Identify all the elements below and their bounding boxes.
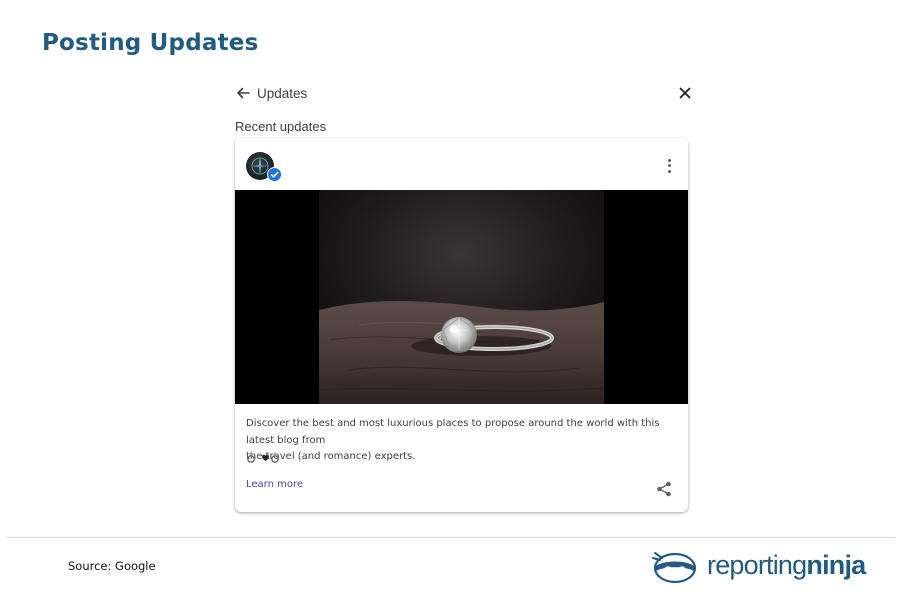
post-text-line1: Discover the best and most luxurious pla…: [246, 418, 660, 446]
arrow-left-icon: [237, 87, 250, 99]
updates-panel: Updates Recent updates Discover the best…: [228, 72, 702, 522]
diamond-ring-photo: [319, 190, 604, 404]
more-options-button[interactable]: [661, 156, 677, 176]
post-text-line2: the travel (and romance) experts.: [246, 451, 416, 462]
ninja-mascot-icon: [652, 552, 697, 584]
post-media[interactable]: [235, 190, 688, 404]
footer-divider: [6, 537, 895, 538]
panel-header: Updates: [228, 80, 702, 108]
update-card: Discover the best and most luxurious pla…: [235, 138, 688, 512]
source-note: Source: Google: [68, 559, 156, 573]
share-icon: [657, 481, 671, 497]
reportingninja-logo: reportingninja: [650, 546, 866, 588]
verified-badge-icon: [267, 167, 282, 182]
emoji-row: [246, 450, 286, 464]
close-button[interactable]: [674, 82, 696, 104]
logo-text-ninja: ninja: [806, 550, 866, 580]
share-button[interactable]: [655, 480, 673, 498]
recent-updates-label: Recent updates: [235, 119, 327, 134]
learn-more-link[interactable]: Learn more: [246, 479, 303, 490]
page-title: Posting Updates: [42, 30, 259, 56]
ring-emoji-icon: [271, 452, 279, 463]
ring-emoji-icon: [247, 452, 255, 463]
close-icon: [679, 87, 691, 99]
post-text: Discover the best and most luxurious pla…: [246, 416, 681, 466]
logo-text-reporting: reporting: [707, 550, 807, 580]
logo-wordmark: reportingninja: [707, 550, 866, 581]
back-button[interactable]: [232, 82, 254, 104]
panel-title: Updates: [257, 86, 308, 101]
heart-emoji-icon: [262, 454, 269, 461]
more-vertical-icon: [661, 158, 677, 173]
